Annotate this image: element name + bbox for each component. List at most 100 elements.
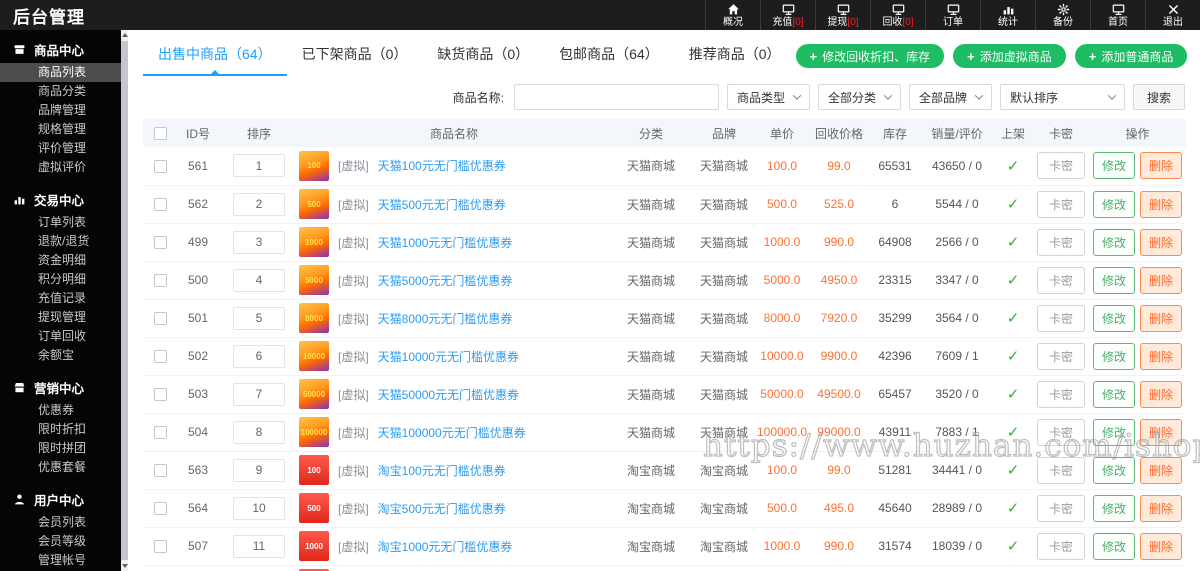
edit-button[interactable]: 修改 <box>1093 495 1135 522</box>
sidebar-item[interactable]: 订单回收 <box>0 327 121 346</box>
edit-button[interactable]: 修改 <box>1093 343 1135 370</box>
row-checkbox[interactable] <box>154 388 167 401</box>
sidebar-item[interactable]: 管理帐号 <box>0 551 121 570</box>
card-key-button[interactable]: 卡密 <box>1037 191 1085 218</box>
delete-button[interactable]: 删除 <box>1140 457 1182 484</box>
sort-input[interactable] <box>233 459 285 482</box>
tab[interactable]: 已下架商品（0） <box>287 38 423 76</box>
scroll-up-arrow[interactable] <box>121 30 128 40</box>
sort-input[interactable] <box>233 307 285 330</box>
delete-button[interactable]: 删除 <box>1140 495 1182 522</box>
card-key-button[interactable]: 卡密 <box>1037 343 1085 370</box>
sidebar-item[interactable]: 限时拼团 <box>0 439 121 458</box>
product-name-input[interactable] <box>514 84 719 110</box>
sort-input[interactable] <box>233 231 285 254</box>
sidebar-item[interactable]: 余额宝 <box>0 346 121 365</box>
sidebar-item[interactable]: 充值记录 <box>0 289 121 308</box>
product-name-link[interactable]: 天猫50000元无门槛优惠券 <box>378 386 519 403</box>
card-key-button[interactable]: 卡密 <box>1037 457 1085 484</box>
card-key-button[interactable]: 卡密 <box>1037 533 1085 560</box>
filter-select[interactable]: 全部品牌 <box>909 84 992 110</box>
row-checkbox[interactable] <box>154 312 167 325</box>
sort-input[interactable] <box>233 497 285 520</box>
tab[interactable]: 出售中商品（64） <box>143 38 287 76</box>
edit-button[interactable]: 修改 <box>1093 229 1135 256</box>
edit-button[interactable]: 修改 <box>1093 267 1135 294</box>
filter-select[interactable]: 全部分类 <box>818 84 901 110</box>
edit-button[interactable]: 修改 <box>1093 152 1135 179</box>
row-checkbox[interactable] <box>154 540 167 553</box>
card-key-button[interactable]: 卡密 <box>1037 305 1085 332</box>
row-checkbox[interactable] <box>154 236 167 249</box>
sidebar-scrollbar[interactable] <box>121 30 128 571</box>
product-name-link[interactable]: 天猫10000元无门槛优惠券 <box>378 348 519 365</box>
scroll-down-arrow[interactable] <box>121 561 128 571</box>
edit-button[interactable]: 修改 <box>1093 381 1135 408</box>
sort-input[interactable] <box>233 383 285 406</box>
sidebar-item[interactable]: 优惠券 <box>0 401 121 420</box>
filter-select[interactable]: 商品类型 <box>727 84 810 110</box>
card-key-button[interactable]: 卡密 <box>1037 419 1085 446</box>
sidebar-item[interactable]: 虚拟评价 <box>0 158 121 177</box>
topbar-nav-item[interactable]: 备份 <box>1035 0 1090 30</box>
card-key-button[interactable]: 卡密 <box>1037 381 1085 408</box>
toolbar-button[interactable]: +添加普通商品 <box>1075 44 1188 68</box>
row-checkbox[interactable] <box>154 198 167 211</box>
product-name-link[interactable]: 淘宝100元无门槛优惠券 <box>378 462 506 479</box>
product-name-link[interactable]: 淘宝500元无门槛优惠券 <box>378 500 506 517</box>
sidebar-item[interactable]: 订单列表 <box>0 213 121 232</box>
edit-button[interactable]: 修改 <box>1093 191 1135 218</box>
delete-button[interactable]: 删除 <box>1140 419 1182 446</box>
topbar-nav-item[interactable]: 提现[0] <box>815 0 870 30</box>
sidebar-item[interactable]: 商品分类 <box>0 82 121 101</box>
delete-button[interactable]: 删除 <box>1140 343 1182 370</box>
sidebar-item[interactable]: 品牌管理 <box>0 101 121 120</box>
sidebar-item[interactable]: 评价管理 <box>0 139 121 158</box>
sort-input[interactable] <box>233 345 285 368</box>
sidebar-item[interactable]: 限时折扣 <box>0 420 121 439</box>
sidebar-item[interactable]: 会员等级 <box>0 532 121 551</box>
sidebar-section-header[interactable]: 商品中心 <box>0 36 121 63</box>
edit-button[interactable]: 修改 <box>1093 533 1135 560</box>
search-button[interactable]: 搜索 <box>1133 84 1185 110</box>
product-name-link[interactable]: 天猫500元无门槛优惠券 <box>378 196 506 213</box>
row-checkbox[interactable] <box>154 274 167 287</box>
toolbar-button[interactable]: +修改回收折扣、库存 <box>796 44 945 68</box>
scrollbar-thumb[interactable] <box>121 41 128 560</box>
topbar-nav-item[interactable]: 订单 <box>925 0 980 30</box>
sort-input[interactable] <box>233 535 285 558</box>
card-key-button[interactable]: 卡密 <box>1037 229 1085 256</box>
row-checkbox[interactable] <box>154 350 167 363</box>
card-key-button[interactable]: 卡密 <box>1037 267 1085 294</box>
card-key-button[interactable]: 卡密 <box>1037 152 1085 179</box>
delete-button[interactable]: 删除 <box>1140 381 1182 408</box>
tab[interactable]: 包邮商品（64） <box>544 38 674 76</box>
edit-button[interactable]: 修改 <box>1093 419 1135 446</box>
card-key-button[interactable]: 卡密 <box>1037 495 1085 522</box>
sidebar-item[interactable]: 退款/退货 <box>0 232 121 251</box>
tab[interactable]: 推荐商品（0） <box>674 38 796 76</box>
topbar-nav-item[interactable]: 概况 <box>705 0 760 30</box>
delete-button[interactable]: 删除 <box>1140 533 1182 560</box>
sidebar-section-header[interactable]: 用户中心 <box>0 486 121 513</box>
sort-input[interactable] <box>233 193 285 216</box>
product-name-link[interactable]: 天猫1000元无门槛优惠券 <box>378 234 513 251</box>
product-name-link[interactable]: 天猫5000元无门槛优惠券 <box>378 272 513 289</box>
product-name-link[interactable]: 天猫100000元无门槛优惠券 <box>378 424 526 441</box>
product-name-link[interactable]: 天猫100元无门槛优惠券 <box>378 157 506 174</box>
edit-button[interactable]: 修改 <box>1093 457 1135 484</box>
filter-select[interactable]: 默认排序 <box>1000 84 1125 110</box>
sort-input[interactable] <box>233 154 285 177</box>
row-checkbox[interactable] <box>154 426 167 439</box>
row-checkbox[interactable] <box>154 464 167 477</box>
delete-button[interactable]: 删除 <box>1140 191 1182 218</box>
product-name-link[interactable]: 天猫8000元无门槛优惠券 <box>378 310 513 327</box>
sidebar-item[interactable]: 提现管理 <box>0 308 121 327</box>
topbar-nav-item[interactable]: 退出 <box>1145 0 1200 30</box>
sidebar-section-header[interactable]: 交易中心 <box>0 186 121 213</box>
row-checkbox[interactable] <box>154 160 167 173</box>
tab[interactable]: 缺货商品（0） <box>422 38 544 76</box>
toolbar-button[interactable]: +添加虚拟商品 <box>953 44 1066 68</box>
sidebar-item[interactable]: 商品列表 <box>0 63 121 82</box>
sort-input[interactable] <box>233 269 285 292</box>
